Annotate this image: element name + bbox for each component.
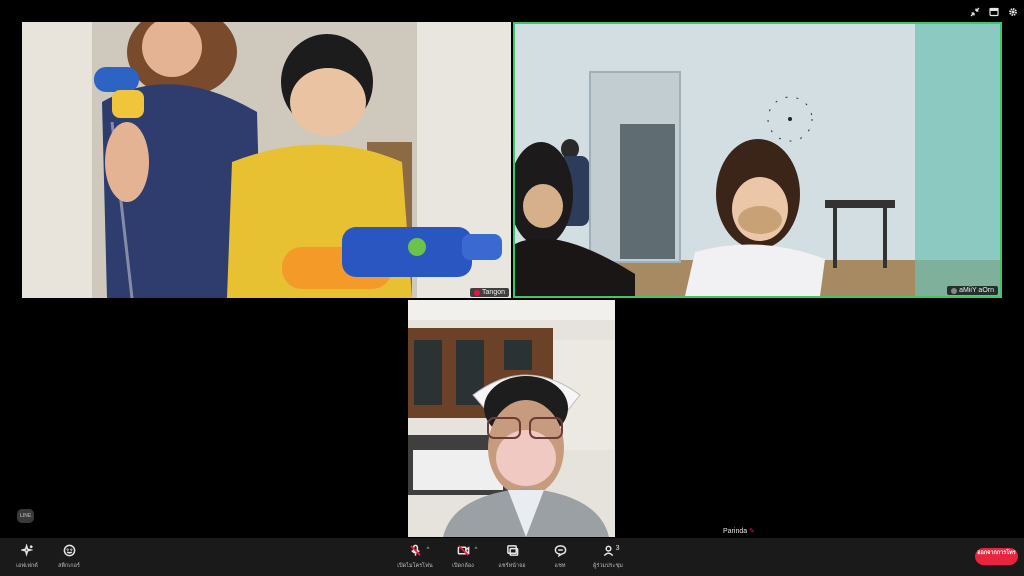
- leave-call-button[interactable]: ออกจากการโทร: [975, 548, 1018, 565]
- participant-name-tag: Tangon: [470, 288, 509, 297]
- share-screen-label: แชร์หน้าจอ: [498, 563, 526, 569]
- participant-name: Tangon: [482, 289, 505, 296]
- participant-name: Parinda: [723, 527, 748, 535]
- video-tile-tangon[interactable]: Tangon: [22, 22, 511, 298]
- window-controls: [970, 7, 1018, 17]
- settings-icon[interactable]: [1008, 7, 1018, 17]
- minimize-icon[interactable]: [970, 7, 980, 17]
- line-logo: LINE: [17, 509, 34, 523]
- members-button[interactable]: 3 ผู้ร่วมประชุม: [578, 543, 638, 570]
- video-feed-amiy: [515, 24, 1000, 296]
- pencil-icon: ✎: [749, 528, 756, 535]
- mic-off-icon: ^: [409, 543, 430, 558]
- camera-label: เปิดกล้อง: [452, 563, 474, 569]
- video-tile-amiy[interactable]: aMiiY aOrn: [513, 22, 1002, 298]
- stickers-button[interactable]: สติกเกอร์: [39, 543, 99, 570]
- mic-icon: [951, 287, 958, 294]
- video-feed-tangon: [22, 22, 511, 298]
- members-icon: 3: [602, 543, 620, 558]
- chat-label: แชท: [554, 563, 566, 569]
- camera-off-icon: ^: [457, 543, 478, 558]
- chevron-up-icon[interactable]: ^: [475, 547, 478, 553]
- video-tile-parinda[interactable]: [408, 300, 615, 537]
- stickers-label: สติกเกอร์: [58, 563, 80, 569]
- effects-icon: [20, 543, 34, 558]
- video-feed-parinda: [408, 300, 615, 537]
- chevron-up-icon[interactable]: ^: [427, 547, 430, 553]
- participant-name-tag: Parinda ✎: [723, 527, 756, 536]
- chat-icon: [554, 543, 567, 558]
- mic-label: เปิดไมโครโฟน: [397, 563, 433, 569]
- share-screen-icon: [506, 543, 519, 558]
- call-window: Tangon aMiiY aOrn Parinda ✎ LINE เอฟเฟกต…: [0, 0, 1024, 576]
- sticker-icon: [63, 543, 76, 558]
- mic-muted-icon: [474, 289, 481, 296]
- participant-name-tag: aMiiY aOrn: [947, 286, 998, 295]
- effects-label: เอฟเฟกต์: [16, 563, 38, 569]
- members-label: ผู้ร่วมประชุม: [593, 563, 623, 569]
- call-toolbar: เอฟเฟกต์ สติกเกอร์ ^ เปิดไมโครโฟน ^ เปิด…: [0, 538, 1024, 576]
- members-count: 3: [615, 545, 620, 552]
- participant-name: aMiiY aOrn: [959, 287, 994, 294]
- layout-icon[interactable]: [989, 7, 999, 17]
